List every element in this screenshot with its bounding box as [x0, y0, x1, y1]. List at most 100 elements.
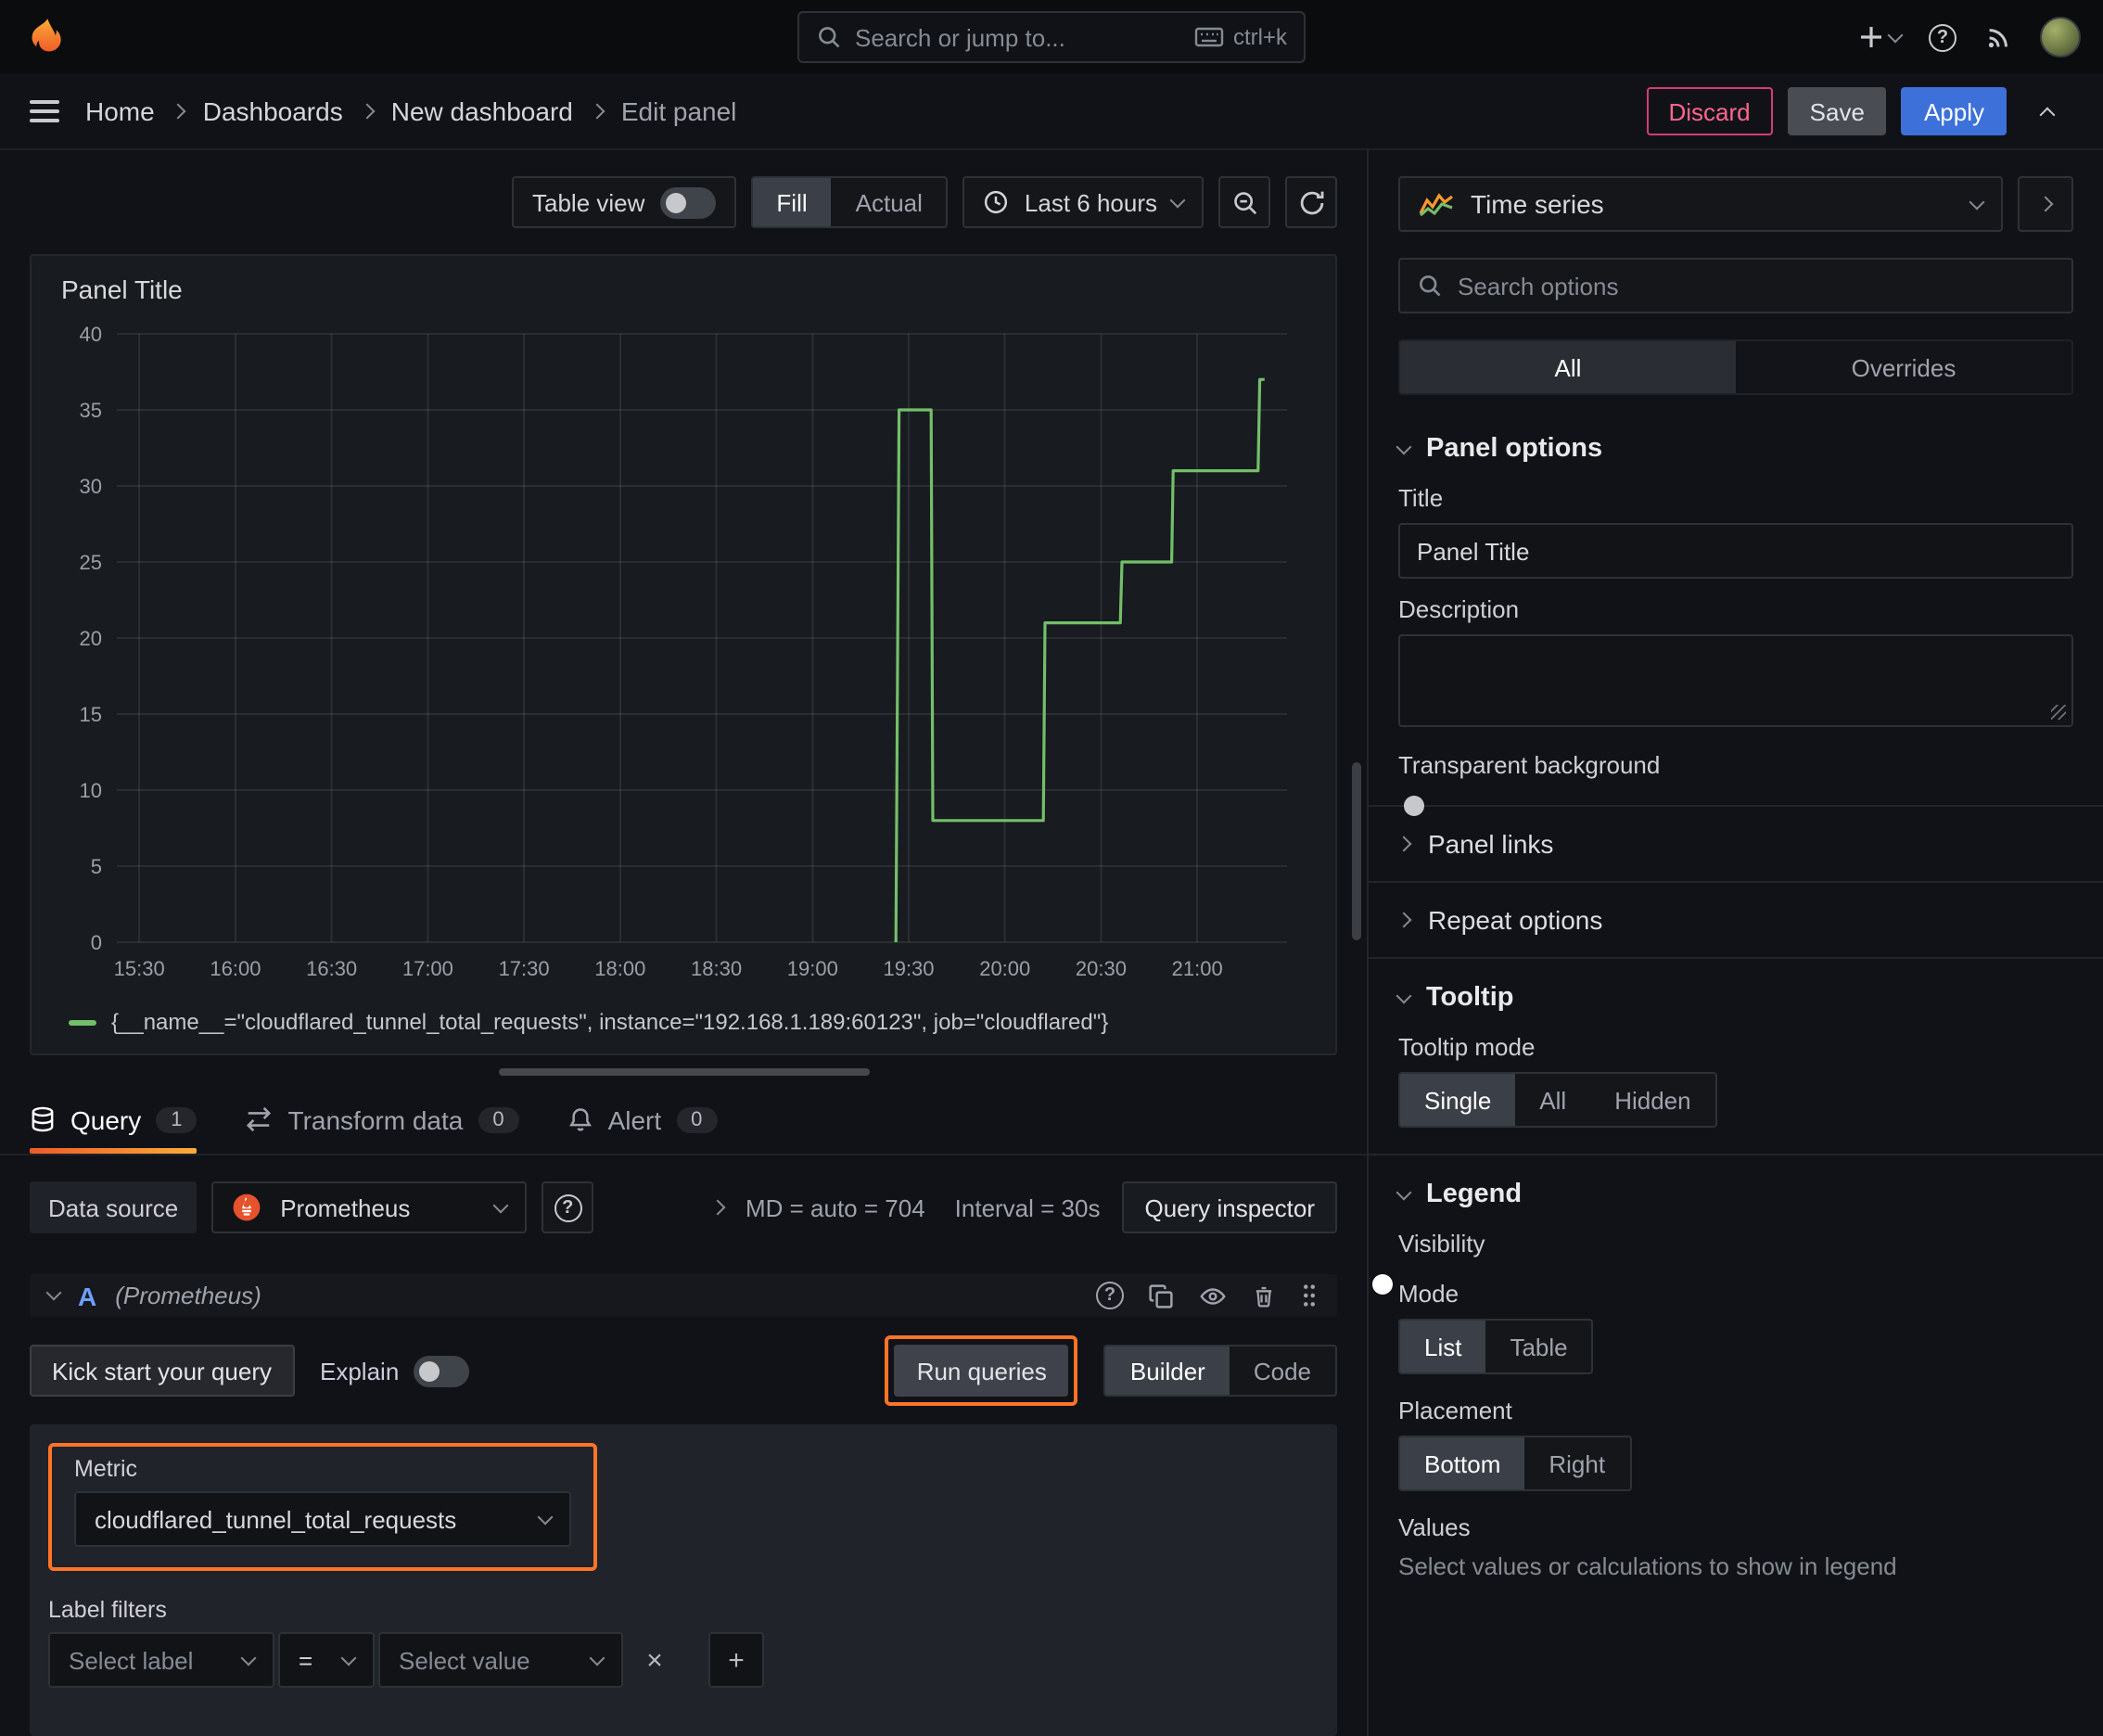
tooltip-single-option[interactable]: Single	[1400, 1074, 1516, 1126]
apply-button[interactable]: Apply	[1901, 87, 2007, 135]
time-range-picker[interactable]: Last 6 hours	[962, 176, 1204, 228]
help-icon: ?	[1929, 23, 1956, 51]
explain-toggle[interactable]	[414, 1355, 470, 1386]
breadcrumb-home[interactable]: Home	[85, 96, 155, 126]
help-button[interactable]: ?	[1929, 23, 1956, 51]
menu-icon[interactable]	[30, 100, 59, 122]
zoom-out-button[interactable]	[1218, 176, 1270, 228]
transform-icon	[247, 1106, 272, 1132]
chevron-right-icon	[171, 103, 187, 120]
tab-overrides[interactable]: Overrides	[1736, 341, 2071, 393]
tab-query[interactable]: Query 1	[30, 1085, 198, 1154]
kick-start-button[interactable]: Kick start your query	[30, 1345, 294, 1397]
legend-visibility-label: Visibility	[1398, 1230, 1485, 1257]
metric-select[interactable]: cloudflared_tunnel_total_requests	[74, 1491, 571, 1547]
svg-text:20:30: 20:30	[1076, 957, 1127, 980]
select-value-dropdown[interactable]: Select value	[378, 1632, 623, 1688]
select-label-dropdown[interactable]: Select label	[48, 1632, 274, 1688]
eye-icon[interactable]	[1198, 1283, 1228, 1308]
save-button[interactable]: Save	[1787, 87, 1887, 135]
legend-placement-label: Placement	[1398, 1397, 1512, 1424]
add-filter-button[interactable]: +	[708, 1632, 764, 1688]
top-search[interactable]: ctrl+k	[797, 11, 1306, 63]
label-filters-label: Label filters	[48, 1597, 167, 1623]
svg-text:17:30: 17:30	[499, 957, 550, 980]
chart-legend[interactable]: {__name__="cloudflared_tunnel_total_requ…	[54, 1002, 1313, 1042]
pane-resize-handle[interactable]	[498, 1068, 869, 1076]
options-tab-bar: All Overrides	[1398, 339, 2073, 395]
tooltip-all-option[interactable]: All	[1515, 1074, 1590, 1126]
edit-panel-left: Table view Fill Actual Last 6 hours Pane…	[0, 150, 1367, 1736]
tooltip-section-header[interactable]: Tooltip	[1396, 959, 2073, 1033]
search-input[interactable]	[855, 23, 1181, 51]
transform-count-badge: 0	[478, 1106, 519, 1132]
code-option[interactable]: Code	[1230, 1347, 1335, 1395]
table-view-label: Table view	[532, 188, 645, 216]
collapse-header-button[interactable]	[2021, 85, 2073, 137]
expand-options-icon[interactable]	[709, 1199, 726, 1216]
legend-section-header[interactable]: Legend	[1396, 1155, 2073, 1230]
legend-series-label[interactable]: {__name__="cloudflared_tunnel_total_requ…	[111, 1009, 1108, 1035]
breadcrumb-bar: Home Dashboards New dashboard Edit panel…	[0, 74, 2103, 150]
legend-table-option[interactable]: Table	[1485, 1321, 1591, 1372]
panel-links-section[interactable]: Panel links	[1396, 807, 2073, 881]
refresh-icon	[1299, 190, 1323, 214]
query-help-icon[interactable]: ?	[1096, 1282, 1124, 1309]
metric-highlight: Metric cloudflared_tunnel_total_requests	[48, 1443, 597, 1571]
svg-text:15: 15	[80, 703, 102, 726]
actual-option[interactable]: Actual	[832, 178, 947, 226]
panel-options-section-header[interactable]: Panel options	[1396, 410, 2073, 484]
alert-count-badge: 0	[676, 1106, 718, 1132]
svg-text:25: 25	[80, 551, 102, 574]
panel-title-input[interactable]	[1398, 523, 2073, 579]
options-search[interactable]	[1398, 258, 2073, 313]
svg-text:5: 5	[91, 855, 102, 878]
tab-all[interactable]: All	[1400, 341, 1736, 393]
breadcrumb-dashboards[interactable]: Dashboards	[203, 96, 343, 126]
tab-transform-data[interactable]: Transform data 0	[246, 1085, 519, 1154]
panel-title: Panel Title	[61, 274, 183, 304]
visualization-picker[interactable]: Time series	[1398, 176, 2003, 232]
editor-tabs: Query 1 Transform data 0 Alert 0	[0, 1085, 1367, 1155]
tab-alert[interactable]: Alert 0	[567, 1085, 718, 1154]
chart-area[interactable]: 0 5 10 15 20 25 30 35 40 15:30 16:00 16:30 17:00 17:3…	[54, 315, 1313, 1002]
datasource-help-button[interactable]: ?	[542, 1181, 594, 1233]
svg-text:10: 10	[80, 779, 102, 802]
placement-bottom-option[interactable]: Bottom	[1400, 1437, 1525, 1489]
new-menu-button[interactable]	[1858, 24, 1904, 50]
placement-right-option[interactable]: Right	[1524, 1437, 1629, 1489]
news-button[interactable]	[1984, 23, 2012, 51]
breadcrumb-new-dashboard[interactable]: New dashboard	[391, 96, 573, 126]
datasource-picker[interactable]: Prometheus	[211, 1181, 528, 1233]
panel-preview: Panel Title 0 5 10 15 20 25 30 35 40 15:30 16:00 16…	[30, 254, 1337, 1055]
repeat-options-section[interactable]: Repeat options	[1396, 883, 2073, 957]
refresh-button[interactable]	[1285, 176, 1337, 228]
remove-filter-button[interactable]: ×	[627, 1632, 682, 1688]
trash-icon[interactable]	[1252, 1283, 1276, 1308]
scrollbar-thumb[interactable]	[1352, 762, 1361, 940]
explain-label: Explain	[320, 1357, 400, 1385]
drag-handle-icon[interactable]	[1300, 1282, 1319, 1309]
collapse-query-icon[interactable]	[45, 1284, 62, 1301]
collapse-options-pane-button[interactable]	[2018, 176, 2073, 232]
metric-label: Metric	[74, 1456, 138, 1482]
discard-button[interactable]: Discard	[1646, 87, 1773, 135]
legend-list-option[interactable]: List	[1400, 1321, 1486, 1372]
builder-option[interactable]: Builder	[1105, 1347, 1230, 1395]
query-inspector-button[interactable]: Query inspector	[1122, 1181, 1337, 1233]
fill-option[interactable]: Fill	[752, 178, 832, 226]
grafana-logo-icon[interactable]	[22, 13, 70, 61]
legend-placement-segmented: Bottom Right	[1398, 1436, 1632, 1491]
operator-dropdown[interactable]: =	[278, 1632, 375, 1688]
top-right-actions: ?	[1858, 17, 2081, 57]
table-view-toggle[interactable]	[659, 186, 716, 218]
tooltip-hidden-option[interactable]: Hidden	[1590, 1074, 1714, 1126]
time-series-chart[interactable]: 0 5 10 15 20 25 30 35 40 15:30 16:00 16:30 17:00 17:3…	[54, 315, 1309, 990]
avatar[interactable]	[2040, 17, 2081, 57]
query-stats: MD = auto = 704 Interval = 30s	[745, 1194, 1101, 1221]
description-input[interactable]	[1398, 634, 2073, 727]
grafana-app: ctrl+k ? Home Dashboards New da	[0, 0, 2103, 1736]
duplicate-icon[interactable]	[1148, 1283, 1174, 1308]
run-queries-button[interactable]: Run queries	[894, 1345, 1069, 1397]
options-search-input[interactable]	[1458, 272, 2055, 300]
